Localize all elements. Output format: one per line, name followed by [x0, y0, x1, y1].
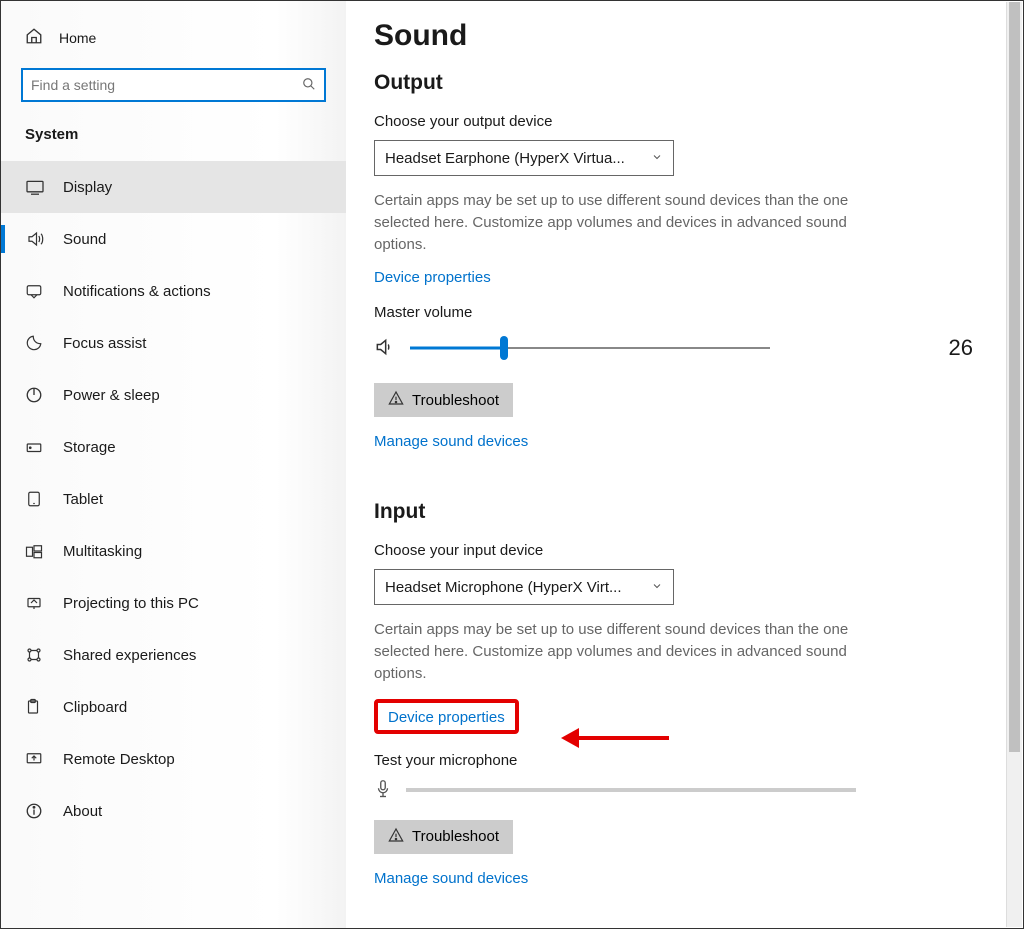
display-icon: [25, 179, 45, 195]
master-volume-value: 26: [949, 335, 983, 361]
sidebar-item-label: Display: [63, 179, 112, 196]
sidebar-item-multitasking[interactable]: Multitasking: [1, 525, 346, 577]
home-button[interactable]: Home: [1, 19, 346, 56]
sidebar-item-tablet[interactable]: Tablet: [1, 473, 346, 525]
test-mic-label: Test your microphone: [374, 752, 983, 769]
output-device-properties-link[interactable]: Device properties: [374, 269, 491, 286]
sidebar-item-power-sleep[interactable]: Power & sleep: [1, 369, 346, 421]
sidebar-item-label: Tablet: [63, 491, 103, 508]
chevron-down-icon: [651, 579, 663, 595]
storage-icon: [25, 439, 45, 455]
tablet-icon: [25, 490, 45, 508]
chevron-down-icon: [651, 150, 663, 166]
home-label: Home: [59, 30, 96, 46]
sidebar-item-clipboard[interactable]: Clipboard: [1, 681, 346, 733]
sidebar-item-label: Sound: [63, 231, 106, 248]
sidebar-item-storage[interactable]: Storage: [1, 421, 346, 473]
mic-level-bar: [406, 788, 856, 792]
warning-icon: [388, 827, 404, 847]
sidebar-item-focus-assist[interactable]: Focus assist: [1, 317, 346, 369]
focus-assist-icon: [25, 334, 45, 352]
sidebar-item-notifications[interactable]: Notifications & actions: [1, 265, 346, 317]
master-volume-label: Master volume: [374, 304, 983, 321]
sidebar-item-label: About: [63, 803, 102, 820]
sidebar-item-label: Multitasking: [63, 543, 142, 560]
warning-icon: [388, 390, 404, 410]
slider-fill: [410, 347, 504, 350]
input-help-text: Certain apps may be set up to use differ…: [374, 619, 854, 684]
sidebar-item-label: Shared experiences: [63, 647, 196, 664]
output-troubleshoot-button[interactable]: Troubleshoot: [374, 383, 513, 417]
output-heading: Output: [374, 71, 983, 95]
troubleshoot-label: Troubleshoot: [412, 392, 499, 409]
search-container: [1, 56, 346, 118]
search-icon: [302, 77, 316, 94]
sidebar-item-remote-desktop[interactable]: Remote Desktop: [1, 733, 346, 785]
annotation-arrow: [561, 728, 669, 748]
slider-thumb[interactable]: [500, 336, 508, 360]
search-input[interactable]: [31, 77, 302, 93]
settings-sidebar: Home System Display Sound: [1, 1, 346, 928]
sidebar-item-label: Projecting to this PC: [63, 595, 199, 612]
multitasking-icon: [25, 543, 45, 559]
sidebar-item-label: Clipboard: [63, 699, 127, 716]
search-box[interactable]: [21, 68, 326, 102]
sidebar-item-label: Focus assist: [63, 335, 146, 352]
master-volume-slider[interactable]: [410, 338, 770, 358]
scrollbar-thumb[interactable]: [1009, 2, 1020, 752]
projecting-icon: [25, 595, 45, 611]
main-content: Sound Output Choose your output device H…: [346, 1, 1023, 928]
sidebar-item-about[interactable]: About: [1, 785, 346, 837]
sidebar-item-shared-experiences[interactable]: Shared experiences: [1, 629, 346, 681]
sound-icon: [25, 230, 45, 248]
output-manage-devices-link[interactable]: Manage sound devices: [374, 433, 528, 450]
notifications-icon: [25, 283, 45, 299]
output-choose-label: Choose your output device: [374, 113, 983, 130]
category-header: System: [1, 118, 346, 161]
sidebar-item-label: Power & sleep: [63, 387, 160, 404]
troubleshoot-label: Troubleshoot: [412, 828, 499, 845]
output-device-selected: Headset Earphone (HyperX Virtua...: [385, 150, 625, 167]
input-choose-label: Choose your input device: [374, 542, 983, 559]
clipboard-icon: [25, 698, 45, 716]
remote-desktop-icon: [25, 751, 45, 767]
input-device-properties-link[interactable]: Device properties: [388, 709, 505, 726]
sidebar-item-projecting[interactable]: Projecting to this PC: [1, 577, 346, 629]
input-heading: Input: [374, 500, 983, 524]
input-device-selected: Headset Microphone (HyperX Virt...: [385, 579, 622, 596]
sidebar-item-label: Storage: [63, 439, 116, 456]
output-help-text: Certain apps may be set up to use differ…: [374, 190, 854, 255]
shared-icon: [25, 646, 45, 664]
input-device-select[interactable]: Headset Microphone (HyperX Virt...: [374, 569, 674, 605]
sidebar-item-label: Notifications & actions: [63, 283, 211, 300]
vertical-scrollbar[interactable]: [1006, 2, 1022, 927]
output-device-select[interactable]: Headset Earphone (HyperX Virtua...: [374, 140, 674, 176]
sidebar-item-label: Remote Desktop: [63, 751, 175, 768]
sidebar-item-display[interactable]: Display: [1, 161, 346, 213]
home-icon: [25, 27, 43, 48]
microphone-icon: [374, 779, 392, 802]
input-manage-devices-link[interactable]: Manage sound devices: [374, 870, 528, 887]
input-troubleshoot-button[interactable]: Troubleshoot: [374, 820, 513, 854]
about-icon: [25, 802, 45, 820]
page-title: Sound: [374, 19, 983, 53]
power-icon: [25, 386, 45, 404]
sidebar-item-sound[interactable]: Sound: [1, 213, 346, 265]
annotation-highlight: Device properties: [374, 699, 519, 734]
speaker-icon[interactable]: [374, 337, 394, 360]
